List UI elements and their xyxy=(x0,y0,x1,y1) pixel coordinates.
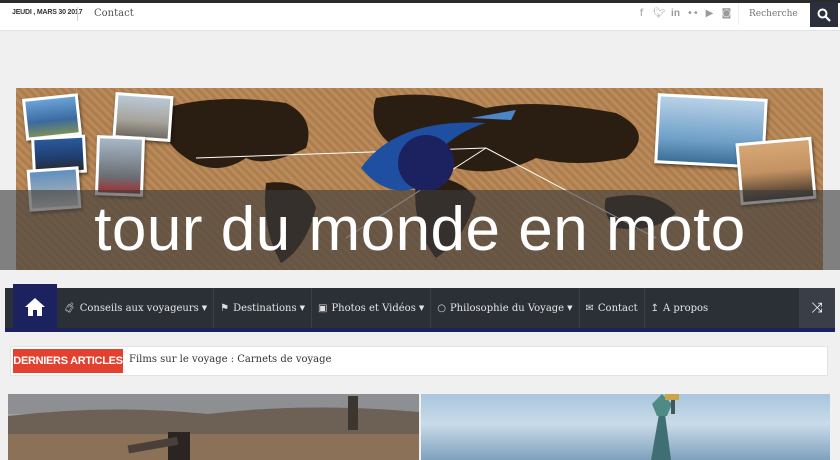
youtube-icon[interactable]: ▶ xyxy=(704,8,715,20)
featured-photo xyxy=(8,394,419,460)
caret-down-icon: ▼ xyxy=(299,304,305,312)
featured-photo xyxy=(651,394,679,460)
pin-icon: ↥ xyxy=(650,302,659,314)
image-icon: ▣ xyxy=(318,302,328,314)
top-divider xyxy=(77,7,78,21)
suitcase-icon: 🧳︎ xyxy=(63,302,76,314)
nav-item-destinations[interactable]: ⚑ Destinations ▼ xyxy=(214,288,312,328)
top-bar: JEUDI , MARS 30 2017 Contact f 🐦︎ in •• … xyxy=(0,0,840,31)
photo-pin xyxy=(94,135,146,197)
caret-down-icon: ▼ xyxy=(567,304,573,312)
current-date: JEUDI , MARS 30 2017 xyxy=(12,9,83,16)
nav-menu: 🧳︎ Conseils aux voyageurs ▼ ⚑ Destinatio… xyxy=(57,288,714,328)
flickr-icon[interactable]: •• xyxy=(687,8,699,20)
photo-pin xyxy=(21,93,83,141)
nav-item-apropos[interactable]: ↥ A propos xyxy=(645,288,715,328)
top-contact-link[interactable]: Contact xyxy=(94,8,134,19)
nav-item-contact[interactable]: ✉ Contact xyxy=(580,288,645,328)
caret-down-icon: ▼ xyxy=(418,304,425,312)
twitter-icon[interactable]: 🐦︎ xyxy=(653,8,666,20)
nav-item-label: Conseils aux voyageurs xyxy=(79,302,199,314)
nav-item-label: Philosophie du Voyage xyxy=(449,302,565,314)
nav-item-label: Destinations xyxy=(233,302,297,314)
featured-article-image[interactable] xyxy=(8,394,419,460)
linkedin-icon[interactable]: in xyxy=(670,8,681,20)
nav-item-label: Photos et Vidéos xyxy=(331,302,416,314)
caret-down-icon: ▼ xyxy=(201,304,208,312)
page-title: tour du monde en moto xyxy=(94,195,746,264)
main-navigation: 🧳︎ Conseils aux voyageurs ▼ ⚑ Destinatio… xyxy=(5,284,835,332)
search-icon xyxy=(817,8,831,22)
nav-item-conseils[interactable]: 🧳︎ Conseils aux voyageurs ▼ xyxy=(57,288,215,328)
photo-pin xyxy=(112,92,174,142)
nav-item-label: Contact xyxy=(597,302,638,314)
signpost-icon: ⚑ xyxy=(220,302,230,314)
instagram-icon[interactable]: ◙ xyxy=(721,8,732,20)
latest-articles-ticker: DERNIERS ARTICLES Films sur le voyage : … xyxy=(10,346,828,376)
search-input[interactable] xyxy=(738,3,810,25)
facebook-icon[interactable]: f xyxy=(636,8,647,20)
shuffle-icon: ⤨ xyxy=(811,300,823,316)
social-icons: f 🐦︎ in •• ▶ ◙ xyxy=(636,8,732,20)
home-button[interactable] xyxy=(13,284,57,330)
search-button[interactable] xyxy=(810,2,838,27)
nav-item-philosophie[interactable]: ○ Philosophie du Voyage ▼ xyxy=(431,288,580,328)
speech-bubble-icon: ○ xyxy=(437,302,446,314)
nav-item-photos[interactable]: ▣ Photos et Vidéos ▼ xyxy=(312,288,432,328)
nav-item-label: A propos xyxy=(663,302,709,314)
envelope-icon: ✉ xyxy=(585,302,594,314)
latest-article-link[interactable]: Films sur le voyage : Carnets de voyage xyxy=(129,354,331,365)
random-article-button[interactable]: ⤨ xyxy=(799,288,835,328)
latest-articles-label: DERNIERS ARTICLES xyxy=(13,349,123,373)
home-icon xyxy=(25,298,45,316)
featured-article-image[interactable] xyxy=(421,394,830,460)
